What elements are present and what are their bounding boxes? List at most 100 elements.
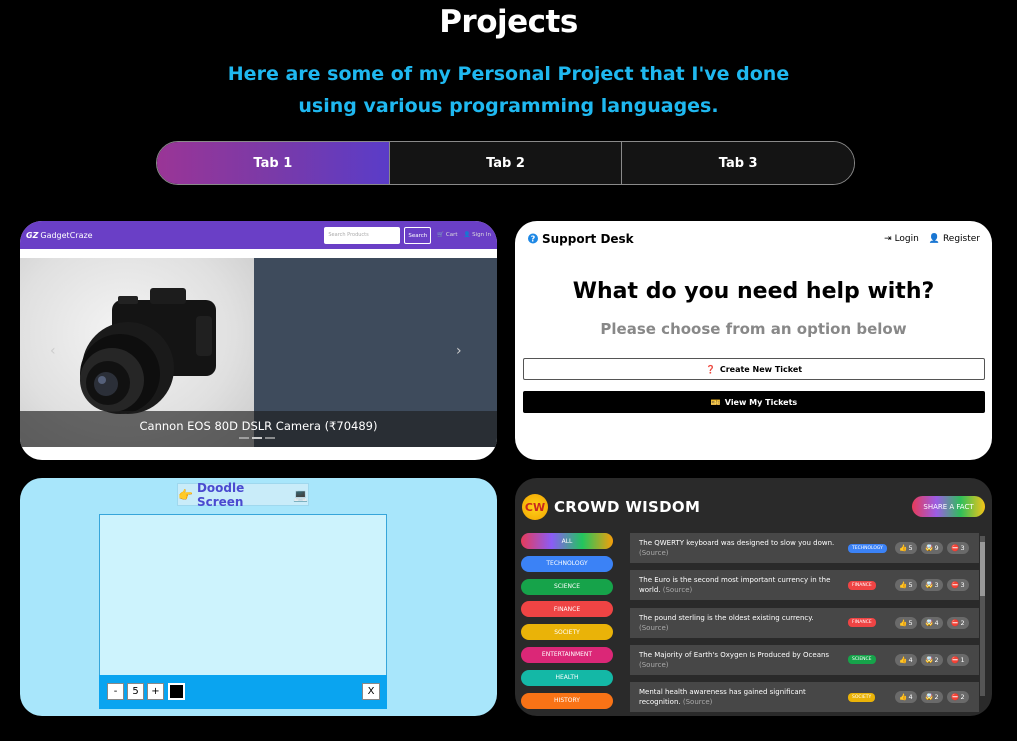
category-button-all[interactable]: ALL — [521, 533, 613, 549]
clear-canvas-button[interactable]: X — [362, 683, 380, 700]
fact-source-link[interactable]: (Source) — [639, 624, 669, 632]
scrollbar-thumb[interactable] — [980, 542, 985, 596]
vote-count: 2 — [960, 618, 965, 627]
fact-category-tag: FINANCE — [848, 618, 876, 628]
vote-false-button[interactable]: ⛔ 1 — [947, 653, 969, 666]
category-button-entertainment[interactable]: ENTERTAINMENT — [521, 646, 613, 663]
user-icon: 👤 — [928, 234, 941, 244]
vote-count: 2 — [934, 693, 939, 702]
fact-item: The Majority of Earth's Oxygen Is Produc… — [630, 644, 979, 675]
doodle-title-text: Doodle Screen — [196, 480, 245, 509]
vote-false-button[interactable]: ⛔ 2 — [947, 616, 969, 629]
vote-mindblowing-button[interactable]: 🤯 2 — [921, 691, 943, 704]
svg-text:?: ? — [531, 234, 536, 243]
project-tabs: Tab 1 Tab 2 Tab 3 — [156, 141, 855, 185]
vote-false-button[interactable]: ⛔ 3 — [947, 542, 969, 554]
pointing-hand-icon: 👉 — [178, 487, 193, 502]
tab-1[interactable]: Tab 1 — [157, 142, 390, 184]
share-fact-button[interactable]: SHARE A FACT — [912, 496, 985, 517]
decrease-size-button[interactable]: - — [107, 683, 124, 700]
vote-interesting-button[interactable]: 👍 4 — [895, 653, 917, 666]
fact-source-link[interactable]: (Source) — [683, 698, 713, 706]
view-tickets-button[interactable]: 🎫 View My Tickets — [523, 391, 985, 413]
mind-blown-icon: 🤯 — [925, 544, 934, 552]
vote-count: 3 — [960, 544, 965, 552]
gadgetcraze-logo[interactable]: GZ GadgetCraze — [26, 231, 93, 240]
thumbs-up-icon: 👍 — [899, 693, 908, 702]
project-card-support-desk[interactable]: ? Support Desk ⇥ Login 👤 Register What d… — [515, 221, 992, 460]
vote-buttons: 👍 5 🤯 9 ⛔ 3 — [895, 542, 969, 554]
vote-interesting-button[interactable]: 👍 4 — [895, 691, 917, 704]
vote-count: 5 — [908, 618, 913, 627]
project-card-doodle[interactable]: 👉 Doodle Screen 💻 - 5 + X — [20, 478, 497, 716]
doodle-canvas[interactable] — [99, 514, 387, 676]
fact-category-tag: TECHNOLOGY — [848, 543, 887, 553]
category-list: ALL TECHNOLOGY SCIENCE FINANCE SOCIETY ENTERT… — [521, 533, 613, 715]
fact-item: The QWERTY keyboard was designed to slow… — [630, 533, 979, 563]
login-link[interactable]: ⇥ Login — [884, 234, 919, 244]
fact-text: The QWERTY keyboard was designed to slow… — [639, 539, 835, 547]
category-button-health[interactable]: HEALTH — [521, 669, 613, 686]
carousel-prev-button[interactable]: ‹ — [50, 343, 56, 359]
tab-3[interactable]: Tab 3 — [622, 142, 854, 184]
vote-interesting-button[interactable]: 👍 5 — [895, 579, 917, 592]
increase-size-button[interactable]: + — [147, 683, 164, 700]
vote-count: 4 — [934, 618, 939, 627]
fact-text: Mental health awareness has gained signi… — [639, 688, 806, 707]
vote-buttons: 👍 4 🤯 2 ⛔ 2 — [895, 691, 969, 704]
vote-mindblowing-button[interactable]: 🤯 2 — [921, 653, 943, 666]
category-button-history[interactable]: HISTORY — [521, 692, 613, 709]
no-entry-icon: ⛔ — [951, 544, 960, 552]
fact-text-block: The Majority of Earth's Oxygen Is Produc… — [639, 650, 835, 670]
gadgetcraze-signin-link[interactable]: 👤 Sign In — [464, 232, 491, 238]
vote-mindblowing-button[interactable]: 🤯 4 — [921, 616, 943, 629]
carousel-indicator[interactable] — [239, 437, 249, 439]
crowd-wisdom-title: CROWD WISDOM — [554, 498, 701, 516]
gadgetcraze-search-input[interactable]: Search Products — [324, 226, 401, 244]
gadgetcraze-cart-link[interactable]: 🛒 Cart — [437, 232, 457, 238]
support-desk-logo[interactable]: ? Support Desk — [527, 232, 634, 246]
project-card-crowd-wisdom[interactable]: CW CROWD WISDOM SHARE A FACT ALL TECHNOLO… — [515, 478, 992, 716]
vote-false-button[interactable]: ⛔ 2 — [947, 691, 969, 704]
cart-label: Cart — [445, 232, 458, 238]
no-entry-icon: ⛔ — [951, 618, 960, 627]
category-button-technology[interactable]: TECHNOLOGY — [521, 555, 613, 572]
vote-buttons: 👍 5 🤯 3 ⛔ 3 — [895, 579, 969, 592]
question-bubble-icon: ? — [528, 233, 538, 244]
carousel-indicator[interactable] — [252, 437, 262, 439]
vote-count: 9 — [934, 544, 939, 552]
mind-blown-icon: 🤯 — [925, 655, 934, 664]
subtitle-line-1: Here are some of my Personal Project tha… — [227, 63, 790, 85]
register-link[interactable]: 👤 Register — [929, 234, 980, 244]
carousel-indicators — [239, 437, 275, 439]
subtitle-line-2: using various programming languages. — [298, 95, 719, 117]
vote-interesting-button[interactable]: 👍 5 — [895, 616, 917, 629]
fact-item: The pound sterling is the oldest existin… — [630, 607, 979, 638]
vote-count: 2 — [960, 693, 965, 702]
gadgetcraze-search-button[interactable]: Search — [404, 226, 432, 244]
vote-false-button[interactable]: ⛔ 3 — [947, 579, 969, 592]
category-button-science[interactable]: SCIENCE — [521, 578, 613, 595]
facts-scrollbar[interactable] — [980, 536, 985, 696]
create-ticket-button[interactable]: ❓ Create New Ticket — [523, 358, 985, 380]
facts-list: The QWERTY keyboard was designed to slow… — [630, 533, 979, 716]
thumbs-up-icon: 👍 — [899, 655, 908, 664]
doodle-toolbar: - 5 + X — [99, 675, 387, 709]
tab-2[interactable]: Tab 2 — [389, 142, 623, 184]
carousel-indicator[interactable] — [265, 437, 275, 439]
vote-count: 5 — [908, 581, 913, 590]
fact-source-link[interactable]: (Source) — [639, 661, 669, 669]
fact-source-link[interactable]: (Source) — [639, 549, 669, 557]
category-button-society[interactable]: SOCIETY — [521, 624, 613, 641]
vote-mindblowing-button[interactable]: 🤯 3 — [921, 579, 943, 592]
no-entry-icon: ⛔ — [951, 693, 960, 702]
vote-mindblowing-button[interactable]: 🤯 9 — [921, 542, 943, 554]
carousel-next-button[interactable]: › — [456, 343, 462, 359]
gadgetcraze-brand: GadgetCraze — [40, 230, 93, 240]
fact-text: The Majority of Earth's Oxygen Is Produc… — [639, 650, 830, 659]
fact-source-link[interactable]: (Source) — [663, 586, 693, 594]
category-button-finance[interactable]: FINANCE — [521, 601, 613, 618]
color-picker[interactable] — [168, 683, 185, 700]
vote-interesting-button[interactable]: 👍 5 — [895, 542, 917, 554]
project-card-gadgetcraze[interactable]: GZ GadgetCraze Search Products Search 🛒 … — [20, 221, 497, 460]
